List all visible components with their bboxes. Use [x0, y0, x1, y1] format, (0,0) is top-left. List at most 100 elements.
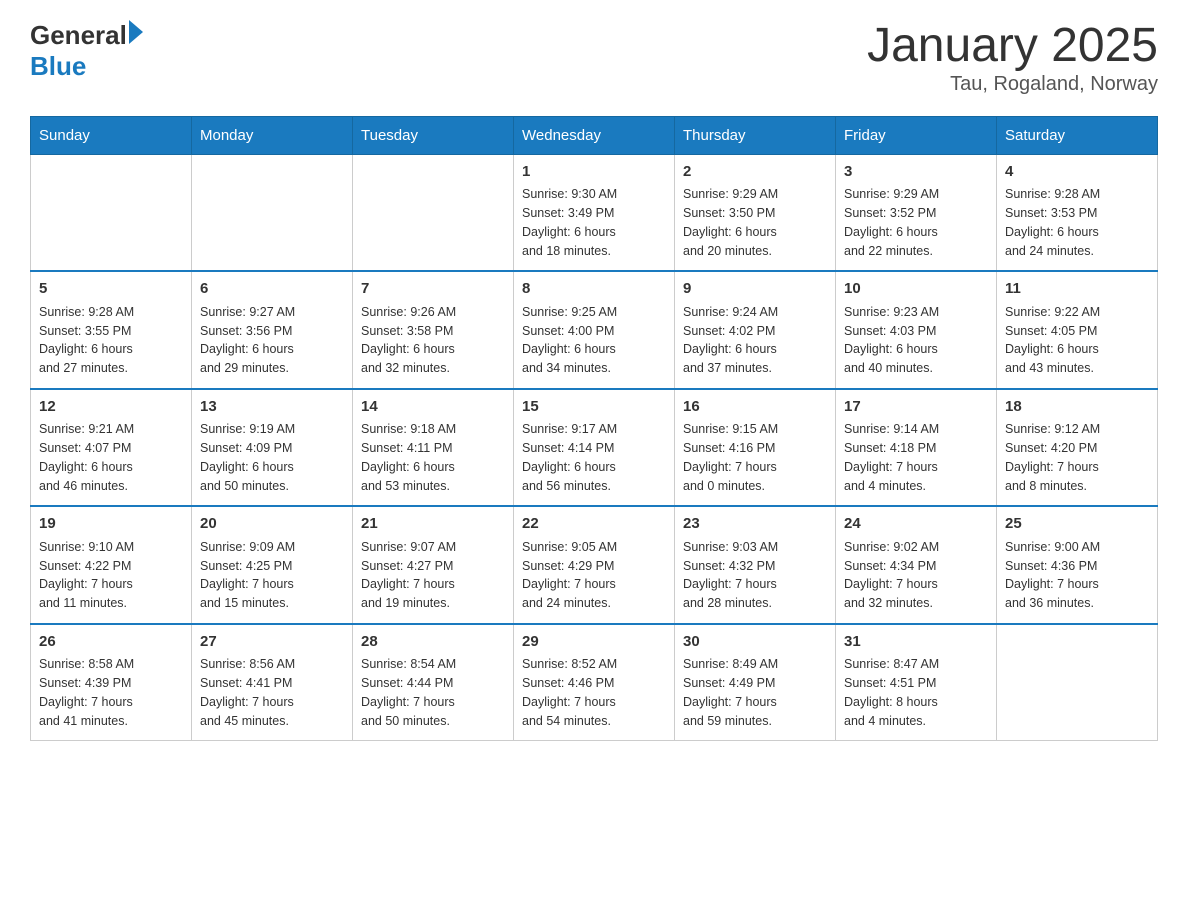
day-number: 31	[844, 631, 988, 654]
day-number: 28	[361, 631, 505, 654]
day-info: Sunrise: 8:54 AM Sunset: 4:44 PM Dayligh…	[361, 655, 505, 730]
table-row: 29Sunrise: 8:52 AM Sunset: 4:46 PM Dayli…	[514, 624, 675, 741]
table-row: 10Sunrise: 9:23 AM Sunset: 4:03 PM Dayli…	[836, 271, 997, 389]
day-number: 16	[683, 396, 827, 419]
table-row: 12Sunrise: 9:21 AM Sunset: 4:07 PM Dayli…	[31, 389, 192, 507]
table-row: 1Sunrise: 9:30 AM Sunset: 3:49 PM Daylig…	[514, 154, 675, 271]
day-number: 19	[39, 513, 183, 536]
day-info: Sunrise: 9:05 AM Sunset: 4:29 PM Dayligh…	[522, 538, 666, 613]
day-number: 30	[683, 631, 827, 654]
day-info: Sunrise: 9:25 AM Sunset: 4:00 PM Dayligh…	[522, 303, 666, 378]
table-row	[31, 154, 192, 271]
table-row: 6Sunrise: 9:27 AM Sunset: 3:56 PM Daylig…	[192, 271, 353, 389]
table-row: 2Sunrise: 9:29 AM Sunset: 3:50 PM Daylig…	[675, 154, 836, 271]
table-row: 3Sunrise: 9:29 AM Sunset: 3:52 PM Daylig…	[836, 154, 997, 271]
day-info: Sunrise: 9:07 AM Sunset: 4:27 PM Dayligh…	[361, 538, 505, 613]
day-number: 1	[522, 161, 666, 184]
location-subtitle: Tau, Rogaland, Norway	[867, 73, 1158, 96]
table-row	[997, 624, 1158, 741]
day-number: 26	[39, 631, 183, 654]
table-row: 18Sunrise: 9:12 AM Sunset: 4:20 PM Dayli…	[997, 389, 1158, 507]
day-number: 23	[683, 513, 827, 536]
day-number: 21	[361, 513, 505, 536]
day-of-week-header: Friday	[836, 116, 997, 154]
calendar-header: SundayMondayTuesdayWednesdayThursdayFrid…	[31, 116, 1158, 154]
day-of-week-header: Monday	[192, 116, 353, 154]
calendar-week-row: 26Sunrise: 8:58 AM Sunset: 4:39 PM Dayli…	[31, 624, 1158, 741]
calendar-week-row: 5Sunrise: 9:28 AM Sunset: 3:55 PM Daylig…	[31, 271, 1158, 389]
day-info: Sunrise: 9:00 AM Sunset: 4:36 PM Dayligh…	[1005, 538, 1149, 613]
table-row: 16Sunrise: 9:15 AM Sunset: 4:16 PM Dayli…	[675, 389, 836, 507]
table-row: 13Sunrise: 9:19 AM Sunset: 4:09 PM Dayli…	[192, 389, 353, 507]
table-row: 24Sunrise: 9:02 AM Sunset: 4:34 PM Dayli…	[836, 506, 997, 624]
table-row: 17Sunrise: 9:14 AM Sunset: 4:18 PM Dayli…	[836, 389, 997, 507]
day-number: 24	[844, 513, 988, 536]
day-number: 15	[522, 396, 666, 419]
day-number: 8	[522, 278, 666, 301]
title-section: January 2025 Tau, Rogaland, Norway	[867, 20, 1158, 96]
day-info: Sunrise: 9:03 AM Sunset: 4:32 PM Dayligh…	[683, 538, 827, 613]
day-info: Sunrise: 9:29 AM Sunset: 3:52 PM Dayligh…	[844, 185, 988, 260]
day-number: 17	[844, 396, 988, 419]
day-info: Sunrise: 9:18 AM Sunset: 4:11 PM Dayligh…	[361, 420, 505, 495]
table-row: 31Sunrise: 8:47 AM Sunset: 4:51 PM Dayli…	[836, 624, 997, 741]
day-number: 2	[683, 161, 827, 184]
table-row: 20Sunrise: 9:09 AM Sunset: 4:25 PM Dayli…	[192, 506, 353, 624]
table-row: 8Sunrise: 9:25 AM Sunset: 4:00 PM Daylig…	[514, 271, 675, 389]
table-row: 14Sunrise: 9:18 AM Sunset: 4:11 PM Dayli…	[353, 389, 514, 507]
table-row: 4Sunrise: 9:28 AM Sunset: 3:53 PM Daylig…	[997, 154, 1158, 271]
day-info: Sunrise: 9:12 AM Sunset: 4:20 PM Dayligh…	[1005, 420, 1149, 495]
day-info: Sunrise: 9:26 AM Sunset: 3:58 PM Dayligh…	[361, 303, 505, 378]
day-number: 7	[361, 278, 505, 301]
table-row: 28Sunrise: 8:54 AM Sunset: 4:44 PM Dayli…	[353, 624, 514, 741]
day-number: 6	[200, 278, 344, 301]
table-row: 25Sunrise: 9:00 AM Sunset: 4:36 PM Dayli…	[997, 506, 1158, 624]
day-info: Sunrise: 8:47 AM Sunset: 4:51 PM Dayligh…	[844, 655, 988, 730]
table-row: 5Sunrise: 9:28 AM Sunset: 3:55 PM Daylig…	[31, 271, 192, 389]
calendar-week-row: 12Sunrise: 9:21 AM Sunset: 4:07 PM Dayli…	[31, 389, 1158, 507]
day-header-row: SundayMondayTuesdayWednesdayThursdayFrid…	[31, 116, 1158, 154]
table-row: 21Sunrise: 9:07 AM Sunset: 4:27 PM Dayli…	[353, 506, 514, 624]
day-info: Sunrise: 9:23 AM Sunset: 4:03 PM Dayligh…	[844, 303, 988, 378]
calendar-week-row: 1Sunrise: 9:30 AM Sunset: 3:49 PM Daylig…	[31, 154, 1158, 271]
table-row: 30Sunrise: 8:49 AM Sunset: 4:49 PM Dayli…	[675, 624, 836, 741]
day-info: Sunrise: 9:24 AM Sunset: 4:02 PM Dayligh…	[683, 303, 827, 378]
day-info: Sunrise: 9:21 AM Sunset: 4:07 PM Dayligh…	[39, 420, 183, 495]
day-info: Sunrise: 9:28 AM Sunset: 3:55 PM Dayligh…	[39, 303, 183, 378]
day-number: 12	[39, 396, 183, 419]
day-number: 11	[1005, 278, 1149, 301]
day-info: Sunrise: 9:22 AM Sunset: 4:05 PM Dayligh…	[1005, 303, 1149, 378]
day-number: 13	[200, 396, 344, 419]
day-number: 4	[1005, 161, 1149, 184]
calendar-week-row: 19Sunrise: 9:10 AM Sunset: 4:22 PM Dayli…	[31, 506, 1158, 624]
day-info: Sunrise: 8:49 AM Sunset: 4:49 PM Dayligh…	[683, 655, 827, 730]
day-info: Sunrise: 9:14 AM Sunset: 4:18 PM Dayligh…	[844, 420, 988, 495]
day-of-week-header: Tuesday	[353, 116, 514, 154]
day-number: 18	[1005, 396, 1149, 419]
logo-blue-text: Blue	[30, 51, 86, 82]
day-info: Sunrise: 9:29 AM Sunset: 3:50 PM Dayligh…	[683, 185, 827, 260]
day-info: Sunrise: 9:28 AM Sunset: 3:53 PM Dayligh…	[1005, 185, 1149, 260]
table-row: 15Sunrise: 9:17 AM Sunset: 4:14 PM Dayli…	[514, 389, 675, 507]
logo-arrow-icon	[129, 20, 143, 44]
day-info: Sunrise: 8:56 AM Sunset: 4:41 PM Dayligh…	[200, 655, 344, 730]
table-row: 7Sunrise: 9:26 AM Sunset: 3:58 PM Daylig…	[353, 271, 514, 389]
logo: General Blue	[30, 20, 143, 82]
table-row: 26Sunrise: 8:58 AM Sunset: 4:39 PM Dayli…	[31, 624, 192, 741]
day-number: 20	[200, 513, 344, 536]
day-number: 10	[844, 278, 988, 301]
day-info: Sunrise: 9:19 AM Sunset: 4:09 PM Dayligh…	[200, 420, 344, 495]
day-of-week-header: Sunday	[31, 116, 192, 154]
day-number: 25	[1005, 513, 1149, 536]
day-info: Sunrise: 9:09 AM Sunset: 4:25 PM Dayligh…	[200, 538, 344, 613]
day-of-week-header: Thursday	[675, 116, 836, 154]
day-number: 29	[522, 631, 666, 654]
logo-general-text: General	[30, 20, 127, 51]
day-of-week-header: Wednesday	[514, 116, 675, 154]
table-row: 9Sunrise: 9:24 AM Sunset: 4:02 PM Daylig…	[675, 271, 836, 389]
day-info: Sunrise: 9:30 AM Sunset: 3:49 PM Dayligh…	[522, 185, 666, 260]
day-number: 9	[683, 278, 827, 301]
day-info: Sunrise: 9:10 AM Sunset: 4:22 PM Dayligh…	[39, 538, 183, 613]
table-row: 11Sunrise: 9:22 AM Sunset: 4:05 PM Dayli…	[997, 271, 1158, 389]
table-row	[353, 154, 514, 271]
